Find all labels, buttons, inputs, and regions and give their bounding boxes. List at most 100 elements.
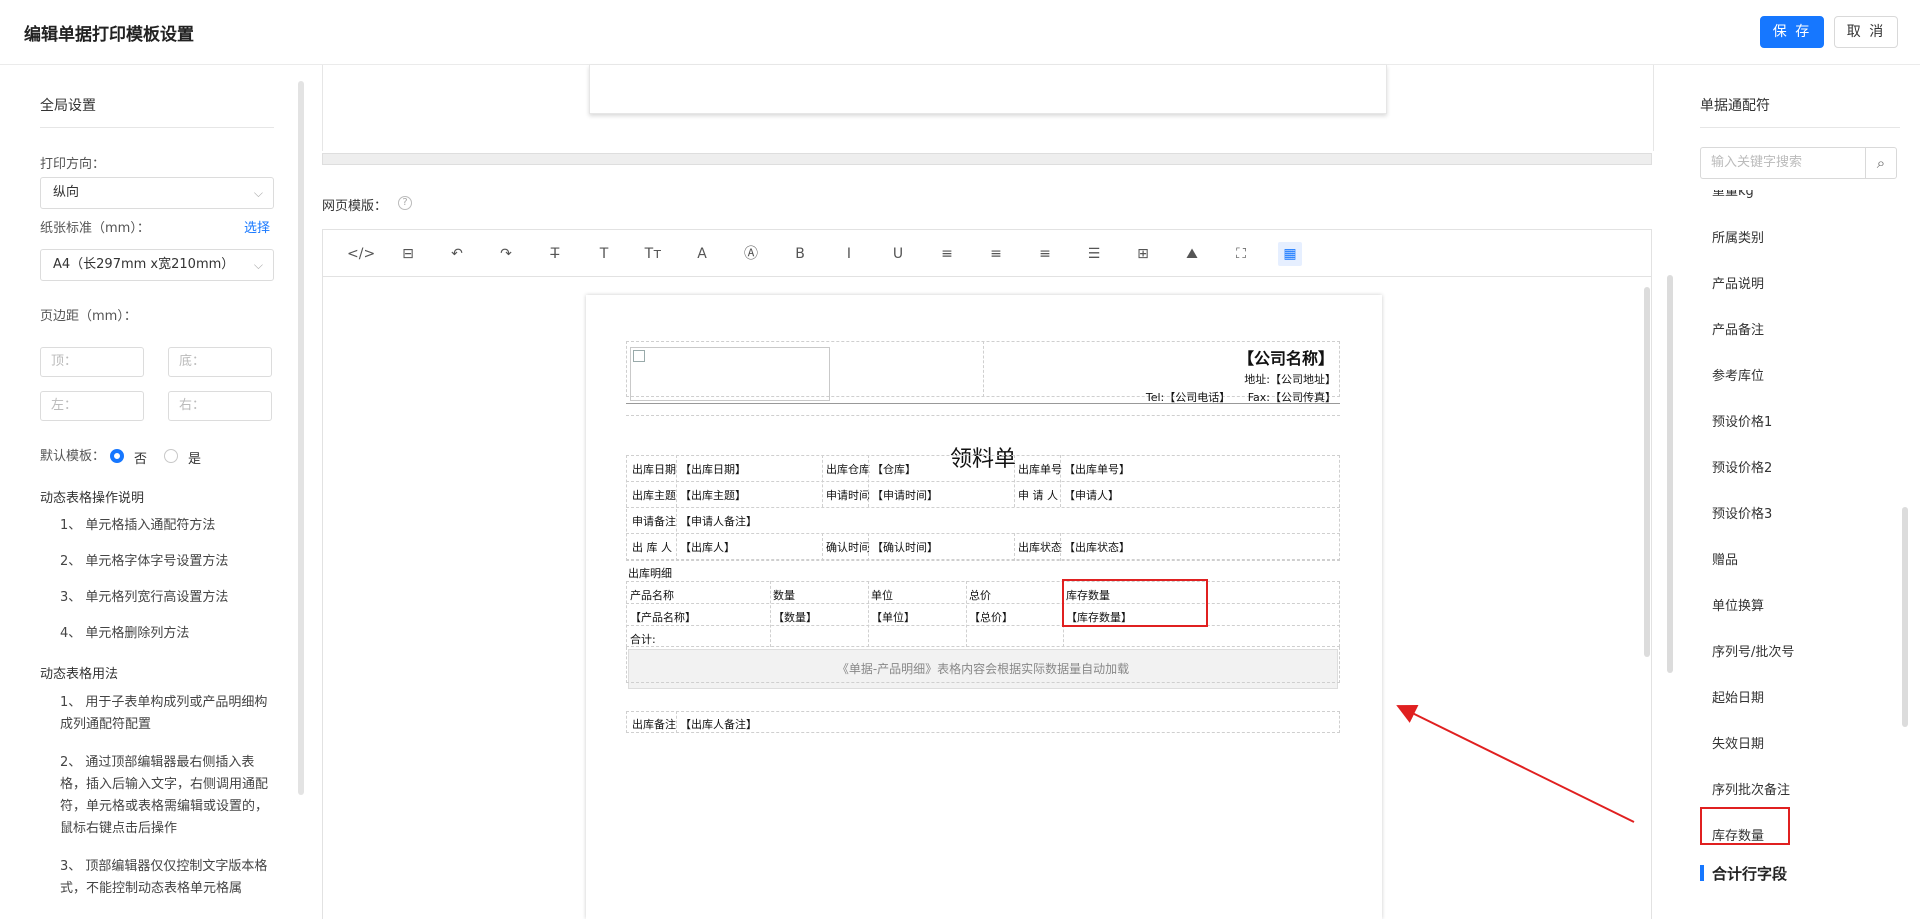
help-link[interactable]: 1、 单元格插入通配符方法 — [60, 515, 272, 537]
default-yes-radio[interactable] — [164, 449, 178, 463]
bg-color-icon[interactable]: Ⓐ — [739, 242, 763, 266]
help-icon[interactable]: ? — [398, 196, 412, 210]
editor-toolbar: </> ⊟ ↶ ↷ T̶ T Tт A Ⓐ B I U ≡ ≡ ≡ ☰ ⊞ ⛰ ⛶ ▦ — [322, 229, 1652, 277]
list-item[interactable]: 序列批次备注 — [1712, 779, 1790, 798]
column-header: 产品名称 — [630, 589, 674, 602]
bold-icon[interactable]: B — [788, 242, 812, 266]
list-item[interactable]: 重量kg — [1712, 190, 1754, 199]
logo-image[interactable] — [630, 347, 830, 401]
list-item[interactable]: 产品说明 — [1712, 273, 1764, 292]
editor-canvas[interactable]: 【公司名称】 地址:【公司地址】 Tel:【公司电话】 Fax:【公司传真】 领… — [322, 277, 1652, 919]
page-title: 编辑单据打印模板设置 — [24, 25, 194, 45]
highlight-box — [1062, 579, 1208, 627]
cancel-button[interactable]: 取 消 — [1834, 16, 1898, 48]
code-icon[interactable]: </> — [347, 242, 375, 266]
font-size-icon[interactable]: Tт — [641, 242, 665, 266]
search-input[interactable]: 输入关键字搜索 — [1700, 147, 1865, 179]
help-link[interactable]: 3、 单元格列宽行高设置方法 — [60, 587, 272, 609]
list-item[interactable]: 预设价格2 — [1712, 457, 1772, 476]
redo-icon[interactable]: ↷ — [494, 242, 518, 266]
list-item[interactable]: 单位换算 — [1712, 595, 1764, 614]
placeholder-panel: 单据通配符 输入关键字搜索 ⌕ 重量kg 所属类别 产品说明 产品备注 参考库位… — [1700, 65, 1920, 919]
chevron-down-icon: ⌵ — [253, 258, 263, 272]
save-button[interactable]: 保 存 — [1760, 16, 1824, 48]
divider — [1060, 533, 1061, 561]
help-section-title: 动态表格操作说明 — [40, 491, 145, 506]
left-scrollbar[interactable] — [298, 81, 304, 795]
table-cell: 出库单号 — [1018, 463, 1062, 476]
editor-area: 网页模版： ? </> ⊟ ↶ ↷ T̶ T Tт A Ⓐ B I U ≡ ≡ ≡ ☰ ⊞ ⛰ ⛶ ▦ 【公司名称】 … — [322, 65, 1654, 919]
table-cell: 出库主题 — [632, 489, 676, 502]
table-cell: 【出库状态】 — [1064, 541, 1130, 554]
orientation-select[interactable]: 纵向 ⌵ — [40, 177, 274, 209]
table-cell: 【申请人备注】 — [680, 515, 757, 528]
margin-bottom-input[interactable]: 底： — [168, 347, 272, 377]
paper-select[interactable]: A4（长297mm x宽210mm） ⌵ — [40, 249, 274, 281]
margin-label: 页边距（mm）： — [40, 309, 137, 324]
list-item[interactable]: 失效日期 — [1712, 733, 1764, 752]
panel-scrollbar[interactable] — [1902, 507, 1908, 727]
total-label: 合计: — [630, 633, 656, 646]
table-cell: 出库状态 — [1018, 541, 1062, 554]
list-item[interactable]: 赠品 — [1712, 549, 1738, 568]
section-title: 合计行字段 — [1712, 865, 1788, 883]
table-row: 出 库 人 【出库人】 确认时间 【确认时间】 出库状态 【出库状态】 — [626, 533, 1340, 560]
table-row: 申请备注 【申请人备注】 — [626, 507, 1340, 534]
template-icon[interactable]: ⊟ — [396, 242, 420, 266]
align-center-icon[interactable]: ≡ — [984, 242, 1008, 266]
placeholder-panel-title: 单据通配符 — [1700, 98, 1770, 114]
font-color-icon[interactable]: A — [690, 242, 714, 266]
divider — [822, 533, 823, 561]
table-cell: 【确认时间】 — [872, 541, 938, 554]
usage-text: 1、 用于子表单构成列或产品明细构成列通配符配置 — [60, 695, 268, 732]
help-link[interactable]: 4、 单元格删除列方法 — [60, 623, 272, 645]
list-item[interactable]: 产品备注 — [1712, 319, 1764, 338]
text-icon[interactable]: T — [592, 242, 616, 266]
divider — [770, 581, 771, 647]
list-item[interactable]: 参考库位 — [1712, 365, 1764, 384]
underline-icon[interactable]: U — [886, 242, 910, 266]
align-right-icon[interactable]: ≡ — [1033, 242, 1057, 266]
global-settings-panel: 全局设置 打印方向： 纵向 ⌵ 纸张标准（mm）： 选择 A4（长297mm x… — [0, 65, 304, 919]
image-icon[interactable]: ⛰ — [1180, 242, 1204, 266]
dynamic-table-icon[interactable]: ▦ — [1278, 242, 1302, 266]
justify-icon[interactable]: ☰ — [1082, 242, 1106, 266]
document-page[interactable]: 【公司名称】 地址:【公司地址】 Tel:【公司电话】 Fax:【公司传真】 领… — [586, 295, 1382, 919]
table-icon[interactable]: ⊞ — [1131, 242, 1155, 266]
company-name: 【公司名称】 — [1237, 349, 1334, 368]
list-item[interactable]: 预设价格1 — [1712, 411, 1772, 430]
list-item[interactable]: 所属类别 — [1712, 227, 1764, 246]
divider — [40, 127, 274, 128]
undo-icon[interactable]: ↶ — [445, 242, 469, 266]
print-preview-frame — [322, 65, 1654, 151]
margin-right-input[interactable]: 右： — [168, 391, 272, 421]
list-item[interactable]: 起始日期 — [1712, 687, 1764, 706]
list-item[interactable]: 预设价格3 — [1712, 503, 1772, 522]
list-item[interactable]: 序列号/批次号 — [1712, 641, 1794, 660]
help-link[interactable]: 2、 单元格字体字号设置方法 — [60, 551, 272, 573]
table-cell: 【出库人】 — [680, 541, 735, 554]
table-cell: 申 请 人 — [1018, 489, 1058, 502]
orientation-value: 纵向 — [53, 185, 80, 200]
section-marker — [1700, 865, 1704, 881]
margin-left-input[interactable]: 左： — [40, 391, 144, 421]
fullscreen-icon[interactable]: ⛶ — [1229, 242, 1253, 266]
panel-scrollbar[interactable] — [1667, 275, 1673, 673]
strikethrough-icon[interactable]: T̶ — [543, 242, 567, 266]
margin-top-input[interactable]: 顶： — [40, 347, 144, 377]
usage-text: 3、 顶部编辑器仅仅控制文字版本格式，不能控制动态表格单元格属 — [60, 859, 268, 896]
placeholder-list: 重量kg 所属类别 产品说明 产品备注 参考库位 预设价格1 预设价格2 预设价… — [1700, 190, 1900, 919]
editor-scrollbar[interactable] — [1644, 287, 1650, 657]
default-no-label: 否 — [134, 452, 148, 467]
divider — [626, 603, 1340, 604]
paper-select-link[interactable]: 选择 — [244, 217, 270, 236]
chevron-down-icon: ⌵ — [253, 186, 263, 200]
table-cell: 出 库 人 — [632, 541, 672, 554]
default-no-radio[interactable] — [110, 449, 124, 463]
align-left-icon[interactable]: ≡ — [935, 242, 959, 266]
horizontal-scrollbar[interactable] — [322, 153, 1652, 165]
table-cell: 【单位】 — [871, 611, 915, 624]
usage-text: 2、 通过顶部编辑器最右侧插入表格，插入后输入文字，右侧调用通配符，单元格或表格… — [60, 755, 269, 836]
italic-icon[interactable]: I — [837, 242, 861, 266]
search-icon[interactable]: ⌕ — [1865, 147, 1897, 179]
